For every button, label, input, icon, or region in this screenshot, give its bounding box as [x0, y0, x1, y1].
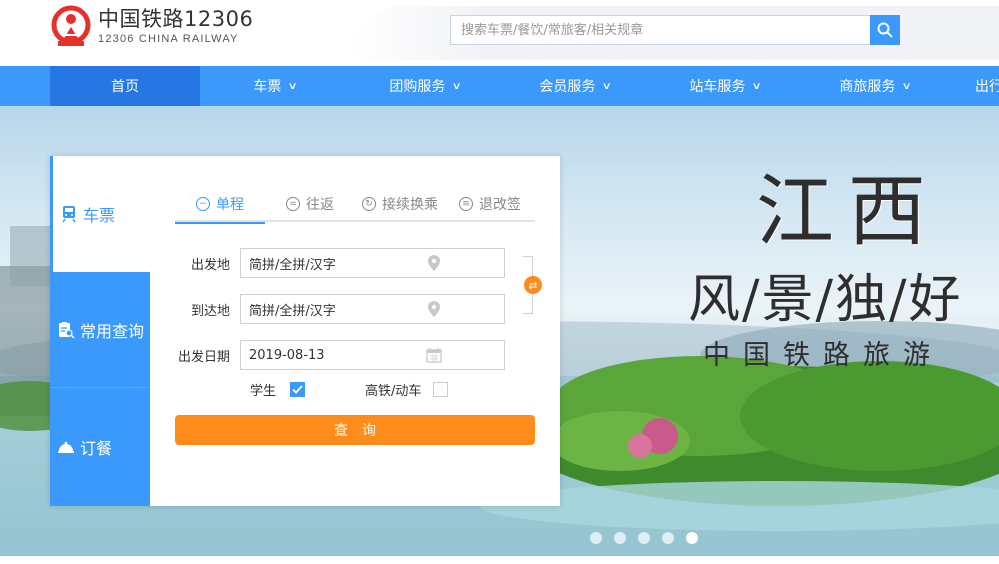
site-search [450, 15, 900, 45]
search-input[interactable] [450, 15, 870, 45]
tab-round-trip[interactable]: = 往返 [265, 186, 355, 222]
high-speed-checkbox[interactable] [433, 381, 449, 397]
date-label: 出发日期 [177, 349, 230, 365]
checkmark-icon [292, 384, 303, 394]
to-label: 到达地 [190, 303, 230, 319]
swap-arrows-icon: ⇄ [528, 278, 538, 292]
header: 中国铁路12306 12306 CHINA RAILWAY [0, 0, 999, 66]
trip-type-tabs: − 单程 = 往返 ↻ 接续换乘 ≡ 退改签 [175, 186, 535, 224]
chevron-down-icon: ∨ [751, 80, 763, 92]
railway-logo-icon [51, 5, 91, 46]
nav-item-group-service[interactable]: 团购服务 ∨ [350, 66, 500, 106]
side-tab-tickets[interactable]: 车票 [50, 156, 150, 272]
chevron-down-icon: ∨ [601, 80, 613, 92]
side-tab-meal-order[interactable]: 订餐 [50, 388, 150, 506]
nav-item-tickets[interactable]: 车票 ∨ [200, 66, 350, 106]
equals-circle-icon: = [286, 197, 300, 211]
nav-item-business-travel[interactable]: 商旅服务 ∨ [800, 66, 950, 106]
chevron-down-icon: ∨ [287, 80, 299, 92]
train-icon [60, 205, 78, 223]
location-pin-icon [373, 255, 497, 271]
to-row: 到达地 简拼/全拼/汉字 [175, 294, 505, 324]
list-circle-icon: ≡ [459, 197, 473, 211]
carousel-dot-active[interactable] [686, 532, 698, 544]
banner-title: 江西 [756, 167, 941, 257]
from-row: 出发地 简拼/全拼/汉字 [175, 248, 505, 278]
passenger-options: 学生 高铁/动车 [175, 378, 449, 400]
from-station-input[interactable]: 简拼/全拼/汉字 [240, 248, 505, 278]
banner-subtitle: 风/景/独/好 [688, 270, 963, 330]
nav-item-travel[interactable]: 出行 [950, 66, 999, 106]
food-cloche-icon [57, 438, 75, 456]
carousel-dots [590, 532, 710, 544]
minus-circle-icon: − [196, 197, 210, 211]
query-button[interactable]: 查询 [175, 415, 535, 445]
chevron-down-icon: ∨ [901, 80, 913, 92]
brand-logo[interactable]: 中国铁路12306 12306 CHINA RAILWAY [50, 5, 253, 47]
chevron-down-icon: ∨ [451, 80, 463, 92]
ticket-booking-panel: 车票 常用查询 订餐 − 单程 = 往返 ↻ 接续换乘 ≡ 退改签 出发地 简拼/全拼/… [50, 156, 560, 506]
from-label: 出发地 [190, 257, 230, 273]
booking-form: − 单程 = 往返 ↻ 接续换乘 ≡ 退改签 出发地 简拼/全拼/汉字 ⇄ 到达地 简拼… [175, 156, 542, 506]
date-row: 出发日期 2019-08-13 [175, 340, 505, 370]
search-button[interactable] [870, 15, 900, 45]
high-speed-label: 高铁/动车 [365, 383, 422, 399]
nav-item-home[interactable]: 首页 [50, 66, 200, 106]
booking-side-tabs: 车票 常用查询 订餐 [50, 156, 150, 506]
tab-one-way[interactable]: − 单程 [175, 186, 265, 224]
student-label: 学生 [250, 383, 277, 399]
brand-name-en: 12306 CHINA RAILWAY [98, 33, 239, 45]
carousel-dot[interactable] [662, 532, 674, 544]
side-tab-common-queries[interactable]: 常用查询 [50, 272, 150, 388]
tab-transfer[interactable]: ↻ 接续换乘 [355, 186, 445, 222]
nav-item-station-service[interactable]: 站车服务 ∨ [650, 66, 800, 106]
search-icon [877, 22, 893, 38]
tab-refund-change[interactable]: ≡ 退改签 [445, 186, 535, 222]
banner-tagline: 中国铁路旅游 [703, 340, 943, 371]
carousel-dot[interactable] [590, 532, 602, 544]
brand-name: 中国铁路12306 [98, 7, 254, 31]
location-pin-icon [373, 301, 497, 317]
clipboard-search-icon [57, 321, 75, 339]
student-checkbox[interactable] [290, 381, 306, 397]
carousel-dot[interactable] [638, 532, 650, 544]
main-nav: 首页 车票 ∨ 团购服务 ∨ 会员服务 ∨ 站车服务 ∨ 商旅服务 ∨ 出行 [0, 66, 999, 106]
refresh-circle-icon: ↻ [362, 197, 376, 211]
swap-stations-button[interactable]: ⇄ [524, 276, 542, 294]
carousel-dot[interactable] [614, 532, 626, 544]
to-station-input[interactable]: 简拼/全拼/汉字 [240, 294, 505, 324]
calendar-icon[interactable] [373, 347, 497, 363]
nav-item-member-service[interactable]: 会员服务 ∨ [500, 66, 650, 106]
departure-date-input[interactable]: 2019-08-13 [240, 340, 505, 370]
